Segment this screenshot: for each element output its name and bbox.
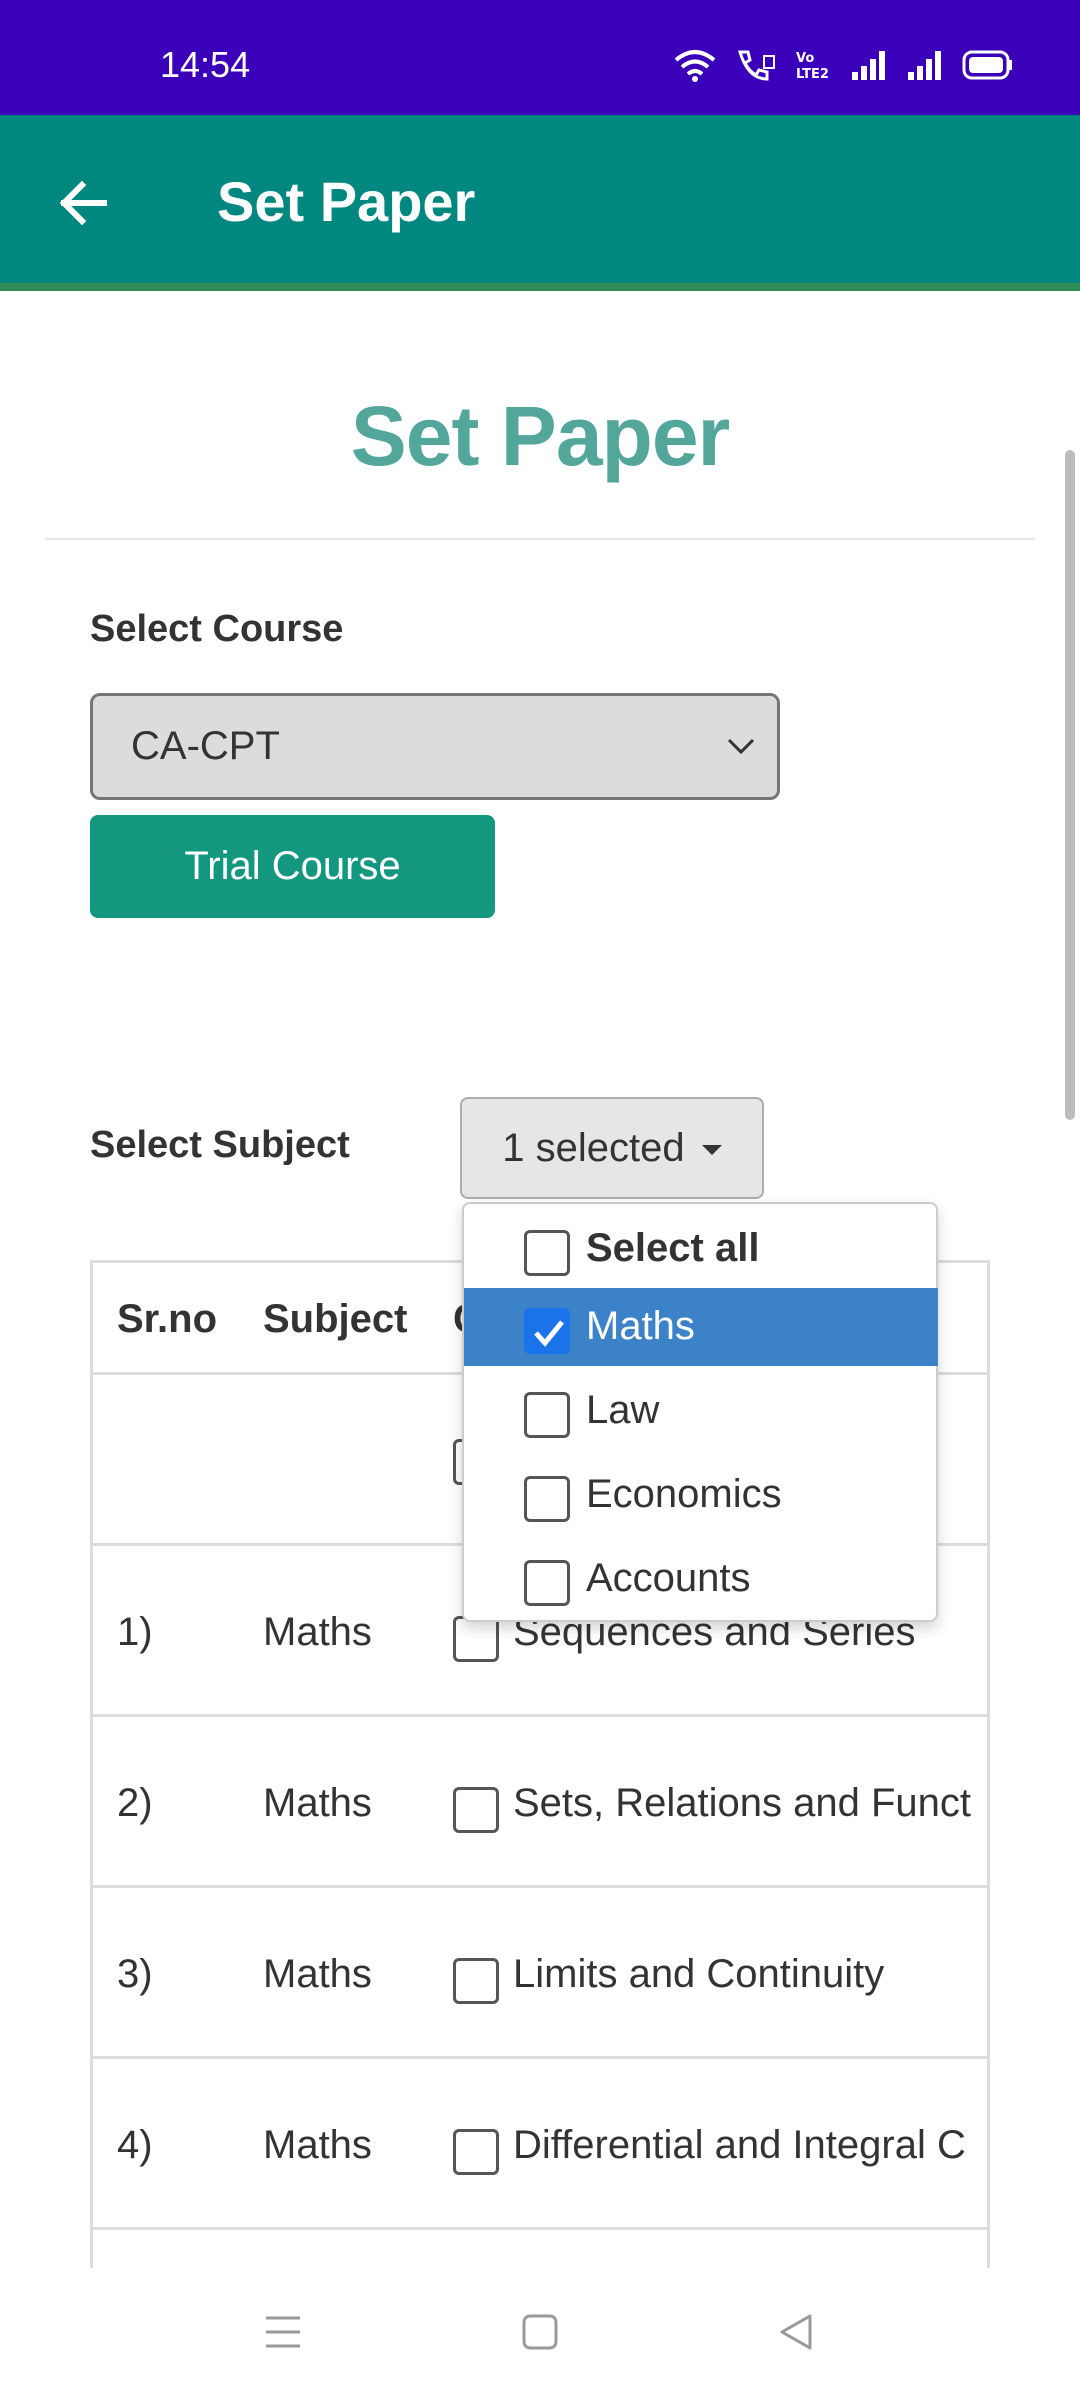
caret-down-icon (701, 1145, 722, 1156)
app-bar-title: Set Paper (217, 170, 476, 233)
status-time: 14:54 (160, 44, 251, 85)
chevron-down-icon (727, 738, 755, 755)
option-label: Law (586, 1388, 660, 1432)
row-subject: Maths (263, 1610, 372, 1654)
option-accounts[interactable]: Accounts (464, 1540, 938, 1618)
volte-icon: Vo LTE2 (796, 51, 829, 82)
status-bar: 14:54 Vo LTE2 (0, 0, 1080, 115)
option-economics[interactable]: Economics (464, 1456, 938, 1534)
row-checkbox[interactable] (453, 2129, 499, 2175)
row-srno: 4) (117, 2123, 153, 2167)
signal-2-icon (908, 51, 941, 80)
app-bar: Set Paper (0, 115, 1080, 291)
table-row: 2) Maths Sets, Relations and Funct (93, 1717, 987, 1888)
row-subject: Maths (263, 1952, 372, 1996)
row-subject: Maths (263, 1781, 372, 1825)
row-srno: 1) (117, 1610, 153, 1654)
svg-text:LTE2: LTE2 (796, 67, 829, 82)
system-nav-bar (0, 2268, 1080, 2400)
option-maths[interactable]: Maths (464, 1288, 938, 1366)
option-checkbox[interactable] (524, 1560, 570, 1606)
row-chapter: Differential and Integral C (513, 2123, 966, 2167)
option-label: Select all (586, 1226, 760, 1270)
option-label: Accounts (586, 1556, 751, 1600)
home-icon[interactable] (520, 2312, 560, 2352)
divider (45, 538, 1035, 540)
row-subject: Maths (263, 2123, 372, 2167)
row-checkbox[interactable] (453, 1616, 499, 1662)
battery-icon (962, 50, 1012, 80)
subject-selected-count: 1 selected (502, 1126, 685, 1170)
wifi-icon (674, 50, 716, 82)
row-checkbox[interactable] (453, 1958, 499, 2004)
select-course-label: Select Course (90, 608, 344, 650)
subject-multiselect-button[interactable]: 1 selected (460, 1097, 764, 1199)
row-chapter: Sets, Relations and Funct (513, 1781, 972, 1825)
screen: 14:54 Vo LTE2 Set Paper Set Paper Select… (0, 0, 1080, 2400)
row-srno: 2) (117, 1781, 153, 1825)
option-checkbox-checked[interactable] (524, 1308, 570, 1354)
select-subject-label: Select Subject (90, 1124, 350, 1166)
row-checkbox[interactable] (453, 1787, 499, 1833)
wifi-calling-icon (737, 50, 775, 81)
back-arrow-icon[interactable] (52, 171, 116, 235)
header-subject: Subject (263, 1297, 408, 1341)
back-icon[interactable] (776, 2312, 816, 2352)
table-row: 3) Maths Limits and Continuity (93, 1888, 987, 2059)
table-row: 4) Maths Differential and Integral C (93, 2059, 987, 2230)
page-scrollbar[interactable] (1065, 450, 1075, 1120)
row-srno: 3) (117, 1952, 153, 1996)
status-icons: Vo LTE2 (674, 48, 1014, 82)
option-select-all[interactable]: Select all (464, 1210, 938, 1288)
row-chapter: Limits and Continuity (513, 1952, 885, 1996)
option-label: Economics (586, 1472, 782, 1516)
option-checkbox[interactable] (524, 1476, 570, 1522)
option-label: Maths (586, 1304, 695, 1348)
trial-course-button[interactable]: Trial Course (90, 815, 495, 918)
subject-dropdown-menu: Select all Maths Law Economics Accounts (462, 1202, 938, 1622)
header-srno: Sr.no (117, 1297, 218, 1341)
page-title: Set Paper (350, 389, 731, 483)
svg-text:Vo: Vo (796, 51, 814, 66)
checkmark-icon (534, 1320, 564, 1347)
signal-1-icon (852, 51, 885, 80)
option-law[interactable]: Law (464, 1372, 938, 1450)
course-select-value: CA-CPT (131, 724, 280, 768)
option-checkbox[interactable] (524, 1392, 570, 1438)
option-checkbox[interactable] (524, 1230, 570, 1276)
course-select[interactable]: CA-CPT (90, 693, 780, 800)
menu-icon[interactable] (262, 2312, 304, 2352)
